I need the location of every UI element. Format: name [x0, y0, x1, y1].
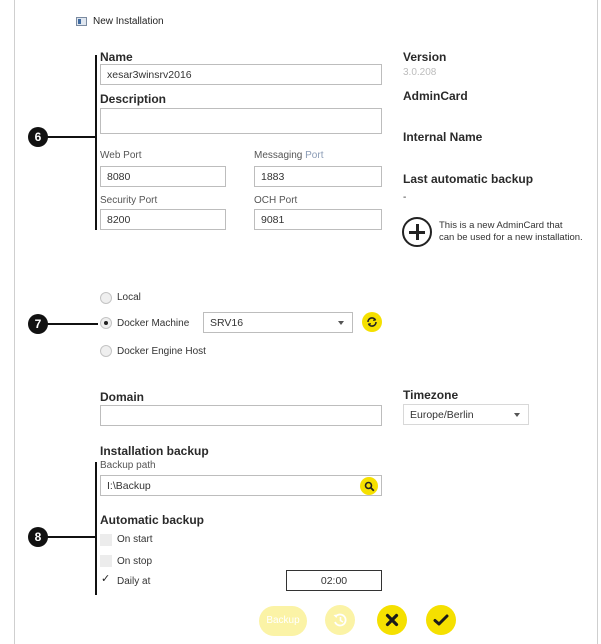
refresh-icon [367, 317, 377, 327]
callout-7: 7 [28, 314, 48, 334]
on-stop-checkbox[interactable] [100, 555, 112, 567]
cancel-button[interactable] [377, 605, 407, 635]
radio-local-label: Local [117, 292, 141, 303]
och-port-label: OCH Port [254, 195, 298, 206]
admincard-label: AdminCard [403, 89, 468, 103]
window-title: New Installation [93, 16, 164, 27]
search-icon [364, 481, 374, 491]
description-input[interactable] [100, 108, 382, 134]
web-port-label: Web Port [100, 150, 142, 161]
automatic-backup-label: Automatic backup [100, 513, 205, 527]
callout-8-line [46, 536, 96, 538]
callout-8: 8 [28, 527, 48, 547]
browse-button[interactable] [360, 477, 378, 495]
radio-docker-machine-label: Docker Machine [117, 318, 190, 329]
messaging-port-label: Messaging Port [254, 150, 324, 161]
check-icon [433, 614, 449, 626]
radio-docker-engine-host[interactable] [100, 345, 112, 357]
callout-6-line [46, 136, 96, 138]
new-card-info: This is a new AdminCard that can be used… [439, 220, 583, 243]
version-value: 3.0.208 [403, 67, 437, 78]
installation-backup-label: Installation backup [100, 444, 209, 458]
timezone-label: Timezone [403, 388, 459, 402]
version-label: Version [403, 50, 447, 64]
app-window-icon [76, 17, 87, 26]
messaging-port-input[interactable]: 1883 [254, 166, 382, 187]
timezone-select[interactable]: Europe/Berlin [403, 404, 529, 425]
confirm-button[interactable] [426, 605, 456, 635]
daily-time-input[interactable]: 02:00 [286, 570, 382, 591]
radio-docker-engine-host-label: Docker Engine Host [117, 346, 206, 357]
och-port-input[interactable]: 9081 [254, 209, 382, 230]
bracket-6 [95, 55, 97, 230]
callout-7-line [46, 323, 98, 325]
backup-button[interactable]: Backup [259, 606, 307, 636]
add-circle-icon[interactable] [402, 217, 432, 247]
security-port-label: Security Port [100, 195, 158, 206]
bracket-8 [95, 462, 97, 595]
name-label: Name [100, 50, 133, 64]
security-port-input[interactable]: 8200 [100, 209, 226, 230]
internal-name-label: Internal Name [403, 130, 483, 144]
refresh-button[interactable] [362, 312, 382, 332]
backup-path-input[interactable]: I:\Backup [100, 475, 382, 496]
docker-machine-select[interactable]: SRV16 [203, 312, 353, 333]
on-start-checkbox[interactable] [100, 534, 112, 546]
last-backup-label: Last automatic backup [403, 172, 534, 186]
close-icon [385, 613, 399, 627]
domain-label: Domain [100, 390, 145, 404]
on-stop-label: On stop [117, 556, 153, 567]
web-port-input[interactable]: 8080 [100, 166, 226, 187]
callout-6: 6 [28, 127, 48, 147]
docker-machine-value: SRV16 [210, 317, 244, 329]
domain-input[interactable] [100, 405, 382, 426]
description-label: Description [100, 92, 167, 106]
radio-local[interactable] [100, 292, 112, 304]
backup-path-label: Backup path [100, 460, 156, 471]
daily-at-checkbox[interactable]: ✓ [101, 573, 113, 585]
last-backup-value: - [403, 192, 407, 203]
radio-docker-machine[interactable] [100, 317, 112, 329]
name-input[interactable]: xesar3winsrv2016 [100, 64, 382, 85]
timezone-value: Europe/Berlin [410, 409, 474, 421]
on-start-label: On start [117, 534, 153, 545]
backup-now-button[interactable] [325, 605, 355, 635]
chevron-down-icon [514, 413, 520, 417]
clock-backup-icon [333, 613, 347, 627]
chevron-down-icon [338, 321, 344, 325]
daily-at-label: Daily at [117, 576, 151, 587]
